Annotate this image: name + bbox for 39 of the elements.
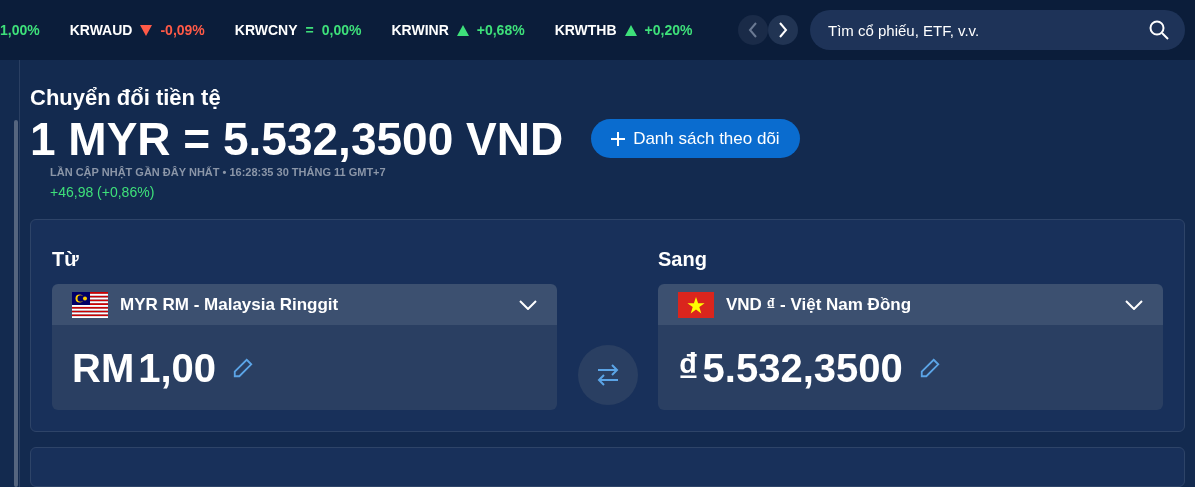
- exchange-rate: 1 MYR = 5.532,3500 VND: [30, 115, 564, 162]
- chevron-down-icon: [1125, 299, 1143, 310]
- ticker-symbol[interactable]: KRWTHB: [554, 19, 617, 41]
- next-button[interactable]: [768, 15, 798, 45]
- amount-field[interactable]: RM1,00: [72, 347, 217, 388]
- plus-icon: [611, 131, 626, 146]
- ticker-change: 0,00%: [321, 20, 362, 40]
- scrollbar[interactable]: [13, 120, 18, 487]
- chevron-left-icon: [748, 22, 758, 38]
- swap-arrows-icon: [595, 364, 620, 386]
- flag-icon: [72, 291, 108, 318]
- flag-icon: [678, 291, 714, 318]
- search-icon[interactable]: [1149, 20, 1169, 40]
- chevron-down-icon: [519, 299, 537, 310]
- ticker-symbol[interactable]: KRWAUD: [69, 19, 133, 41]
- currency-dropdown[interactable]: MYR RM - Malaysia Ringgit: [52, 284, 557, 325]
- up-triangle-icon: [456, 24, 469, 36]
- currency-dropdown[interactable]: VND ₫ - Việt Nam Đồng: [658, 284, 1163, 325]
- amount-field[interactable]: ₫5.532,3500: [678, 347, 903, 388]
- down-triangle-icon: [140, 24, 153, 36]
- watchlist-button[interactable]: Danh sách theo dõi: [591, 119, 800, 158]
- ticker-change: +0,20%: [644, 20, 693, 40]
- last-updated-text: LẦN CẬP NHẬT GẦN ĐÂY NHẤT • 16:28:35 30 THÁNG 11 GMT+7: [50, 164, 387, 180]
- ticker-symbol[interactable]: KRWINR: [391, 19, 449, 41]
- ticker-symbol[interactable]: KRWCNY: [234, 19, 298, 41]
- field-label: Từ: [52, 247, 80, 272]
- ticker-change: 1,00%: [0, 20, 40, 40]
- ticker-change: +0,68%: [476, 20, 525, 40]
- pencil-icon[interactable]: [918, 356, 941, 379]
- rate-change: +46,98 (+0,86%): [50, 183, 156, 202]
- page-title: Chuyển đổi tiền tệ: [30, 84, 222, 112]
- chevron-right-icon: [778, 22, 788, 38]
- field-label: Sang: [658, 247, 708, 272]
- ticker-change: -0,09%: [160, 20, 205, 40]
- up-triangle-icon: [624, 24, 637, 36]
- equals-sign: =: [305, 20, 314, 40]
- pencil-icon[interactable]: [232, 356, 255, 379]
- search-field[interactable]: Tìm cổ phiếu, ETF, v.v.: [810, 10, 1185, 50]
- previous-button[interactable]: [738, 15, 768, 45]
